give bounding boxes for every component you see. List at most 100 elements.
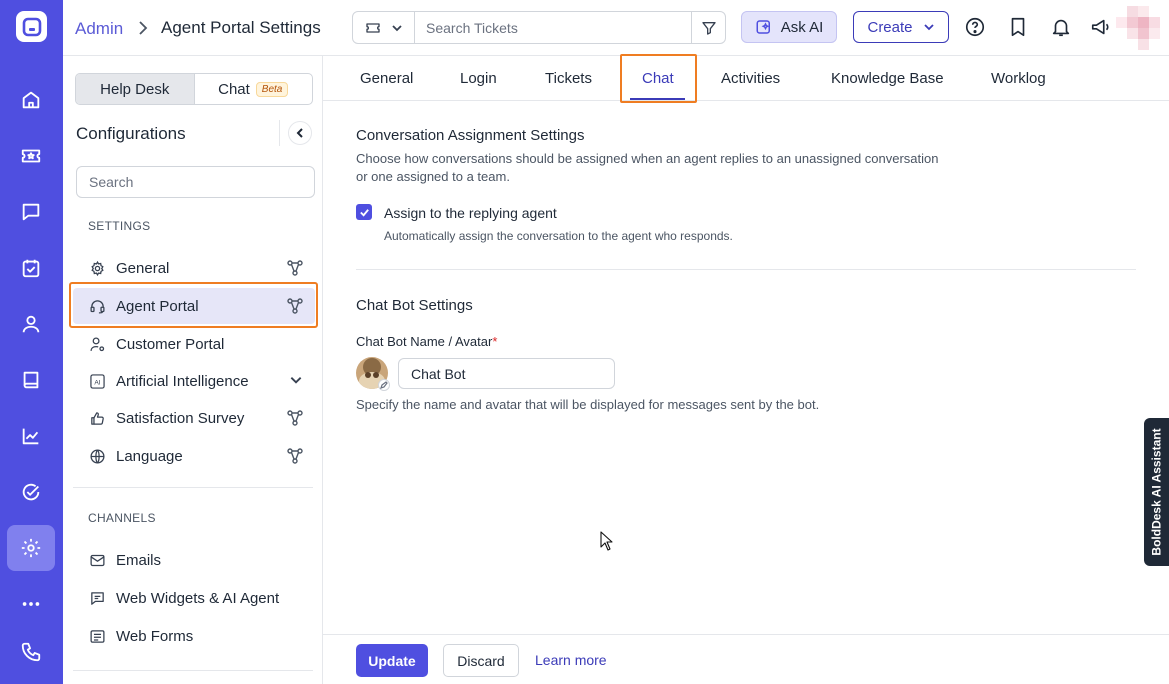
more-icon[interactable] [7, 581, 55, 627]
active-tab-indicator [630, 98, 685, 100]
tab-activities[interactable]: Activities [721, 70, 780, 87]
ticket-type-icon [365, 22, 380, 33]
sidebar-item-language[interactable]: Language [73, 438, 315, 474]
thumbs-up-icon [88, 409, 106, 427]
gear-icon [88, 259, 106, 277]
tab-general[interactable]: General [360, 70, 413, 87]
breadcrumb-chevron-icon [136, 19, 150, 37]
chat-widget-icon [88, 589, 106, 607]
bot-field-label-text: Chat Bot Name / Avatar [356, 334, 493, 349]
chevron-down-icon [391, 24, 402, 31]
search-type-dropdown[interactable] [353, 12, 415, 43]
edit-avatar-icon[interactable] [378, 379, 390, 391]
ask-ai-button[interactable]: Ask AI [741, 11, 837, 43]
product-switcher: Help Desk Chat Beta [75, 73, 313, 105]
sidebar-item-general[interactable]: General [73, 250, 315, 286]
app-rail [0, 0, 63, 684]
tab-tickets[interactable]: Tickets [545, 70, 592, 87]
workflow-icon [287, 298, 303, 314]
sidebar-item-artificial-intelligence[interactable]: AI Artificial Intelligence [73, 363, 315, 399]
sidebar-item-label: Agent Portal [116, 297, 199, 315]
settings-tabs: General Login Tickets Chat Activities Kn… [323, 56, 1169, 101]
channels-section-label: CHANNELS [88, 511, 156, 525]
title-divider [279, 120, 280, 146]
sidebar-item-label: Web Forms [116, 627, 194, 645]
app-logo-icon[interactable] [16, 11, 47, 42]
bot-field-label: Chat Bot Name / Avatar* [356, 333, 497, 351]
form-icon [88, 627, 106, 645]
sidebar-item-label: Emails [116, 551, 162, 569]
filter-icon[interactable] [691, 12, 725, 43]
contacts-icon[interactable] [7, 301, 55, 347]
chat-settings-panel: Conversation Assignment Settings Choose … [323, 101, 1169, 634]
sidebar-item-label: Customer Portal [116, 335, 225, 353]
notification-bell-icon[interactable] [1050, 16, 1072, 38]
ai-icon: AI [88, 372, 106, 390]
workflow-icon [287, 410, 303, 426]
tab-login[interactable]: Login [460, 70, 497, 87]
chevron-down-icon [923, 24, 934, 31]
tasks-icon[interactable] [7, 245, 55, 291]
tab-worklog[interactable]: Worklog [991, 70, 1046, 87]
segment-label: Chat [218, 80, 250, 98]
reports-icon[interactable] [7, 413, 55, 459]
home-icon[interactable] [7, 77, 55, 123]
bot-name-input[interactable] [398, 358, 615, 389]
svg-text:AI: AI [94, 379, 100, 386]
mouse-cursor-icon [600, 531, 614, 551]
sidebar-item-label: Artificial Intelligence [116, 372, 249, 390]
top-header: Admin Agent Portal Settings Ask AI Creat… [63, 0, 1169, 56]
segment-chat[interactable]: Chat Beta [195, 74, 313, 104]
sidebar-item-web-forms[interactable]: Web Forms [73, 618, 315, 654]
sidebar-item-agent-portal[interactable]: Agent Portal [73, 288, 315, 324]
breadcrumb-admin[interactable]: Admin [75, 19, 123, 39]
user-gear-icon [88, 335, 106, 353]
knowledge-base-icon[interactable] [7, 357, 55, 403]
sidebar-item-emails[interactable]: Emails [73, 542, 315, 578]
collapse-sidebar-button[interactable] [288, 121, 312, 145]
segment-label: Help Desk [100, 80, 170, 98]
tab-chat[interactable]: Chat [642, 70, 674, 87]
settings-section-label: SETTINGS [88, 219, 151, 233]
checkmark-icon [359, 208, 369, 217]
assign-replying-agent-checkbox[interactable] [356, 204, 372, 220]
mail-icon [88, 551, 106, 569]
announcement-icon[interactable] [1090, 16, 1112, 38]
learn-more-link[interactable]: Learn more [535, 652, 607, 668]
section-divider [356, 269, 1136, 270]
page-title: Agent Portal Settings [161, 18, 321, 37]
discard-button[interactable]: Discard [443, 644, 519, 677]
create-label: Create [867, 18, 913, 36]
sidebar-item-customer-portal[interactable]: Customer Portal [73, 326, 315, 362]
help-icon[interactable] [964, 16, 986, 38]
update-button[interactable]: Update [356, 644, 428, 677]
chat-icon[interactable] [7, 189, 55, 235]
ai-assistant-label: BoldDesk AI Assistant [1149, 428, 1164, 556]
admin-settings-icon[interactable] [7, 525, 55, 571]
tab-knowledge-base[interactable]: Knowledge Base [831, 70, 944, 87]
assignment-description: Choose how conversations should be assig… [356, 151, 939, 166]
assignment-description-cont: or one assigned to a team. [356, 169, 510, 184]
approvals-icon[interactable] [7, 469, 55, 515]
assign-replying-agent-label[interactable]: Assign to the replying agent [384, 205, 557, 221]
user-avatar[interactable] [1116, 6, 1160, 52]
config-search-input[interactable] [76, 166, 315, 198]
sidebar-item-label: Web Widgets & AI Agent [116, 589, 280, 607]
bookmark-icon[interactable] [1007, 16, 1029, 38]
create-button[interactable]: Create [853, 11, 949, 43]
segment-help-desk[interactable]: Help Desk [76, 74, 195, 104]
ai-sparkle-icon [756, 20, 770, 34]
tickets-icon[interactable] [7, 133, 55, 179]
sidebar-item-web-widgets[interactable]: Web Widgets & AI Agent [73, 580, 315, 616]
sidebar-item-satisfaction-survey[interactable]: Satisfaction Survey [73, 400, 315, 436]
chevron-left-icon [296, 128, 303, 138]
ai-assistant-tab[interactable]: BoldDesk AI Assistant [1144, 418, 1169, 566]
workflow-icon [287, 448, 303, 464]
ticket-search [352, 11, 726, 44]
section-divider [73, 487, 313, 488]
sidebar-item-label: Satisfaction Survey [116, 409, 245, 427]
action-footer: Update Discard Learn more [323, 634, 1169, 684]
phone-icon[interactable] [7, 629, 55, 675]
search-input[interactable] [415, 12, 691, 43]
chevron-down-icon[interactable] [289, 373, 303, 387]
